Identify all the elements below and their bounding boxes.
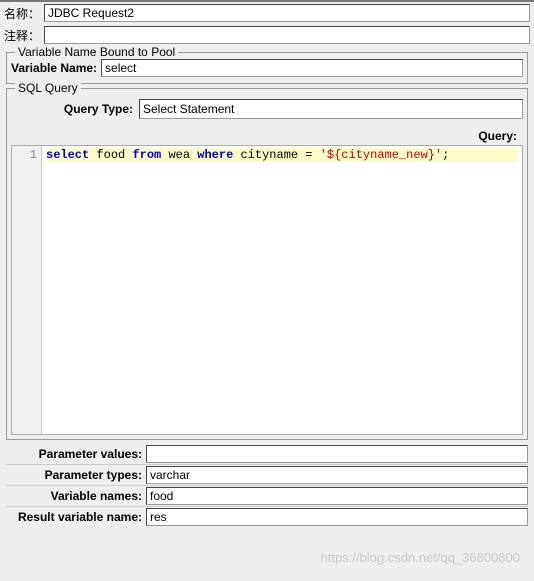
code-txt-2: wea [161,148,197,162]
sql-legend: SQL Query [15,81,81,95]
code-txt-3: cityname = [233,148,319,162]
code-string-literal: '${cityname_new}' [320,148,442,162]
watermark: https://blog.csdn.net/qq_36800800 [321,550,521,565]
code-kw-where: where [197,148,233,162]
query-type-select[interactable] [139,99,523,119]
comment-row: 注释： [0,24,534,46]
gutter-line-1: 1 [12,148,37,162]
code-txt-4: ; [442,148,449,162]
code-area[interactable]: select food from wea where cityname = '$… [42,146,522,434]
param-types-row: Parameter types: [6,464,528,485]
param-values-label: Parameter values: [6,444,146,464]
pool-var-input[interactable] [101,59,523,77]
code-gutter: 1 [12,146,42,434]
var-names-row: Variable names: [6,485,528,506]
code-kw-select: select [46,148,89,162]
query-label: Query: [11,125,523,145]
result-var-input[interactable] [146,508,528,526]
sql-fieldset: SQL Query Query Type: Query: 1 select fo… [6,88,528,440]
param-values-input[interactable] [146,445,528,463]
param-types-label: Parameter types: [6,465,146,485]
param-values-row: Parameter values: [6,444,528,464]
result-var-label: Result variable name: [6,507,146,527]
code-editor: 1 select food from wea where cityname = … [11,145,523,435]
result-var-row: Result variable name: [6,506,528,527]
comment-input[interactable] [44,26,530,44]
pool-legend: Variable Name Bound to Pool [15,45,178,59]
code-line-1: select food from wea where cityname = '$… [46,148,518,162]
pool-var-row: Variable Name: [11,57,523,79]
var-names-label: Variable names: [6,486,146,506]
code-txt-1: food [89,148,132,162]
code-kw-from: from [132,148,161,162]
comment-label: 注释： [4,27,44,44]
name-label: 名称： [4,5,44,22]
bottom-params: Parameter values: Parameter types: Varia… [6,444,528,527]
name-input[interactable] [44,4,530,22]
top-section: 名称： 注释： [0,0,534,46]
pool-fieldset: Variable Name Bound to Pool Variable Nam… [6,52,528,84]
var-names-input[interactable] [146,487,528,505]
pool-var-label: Variable Name: [11,61,101,75]
param-types-input[interactable] [146,466,528,484]
name-row: 名称： [0,2,534,24]
query-type-row: Query Type: [11,95,523,125]
query-type-label: Query Type: [11,102,139,116]
